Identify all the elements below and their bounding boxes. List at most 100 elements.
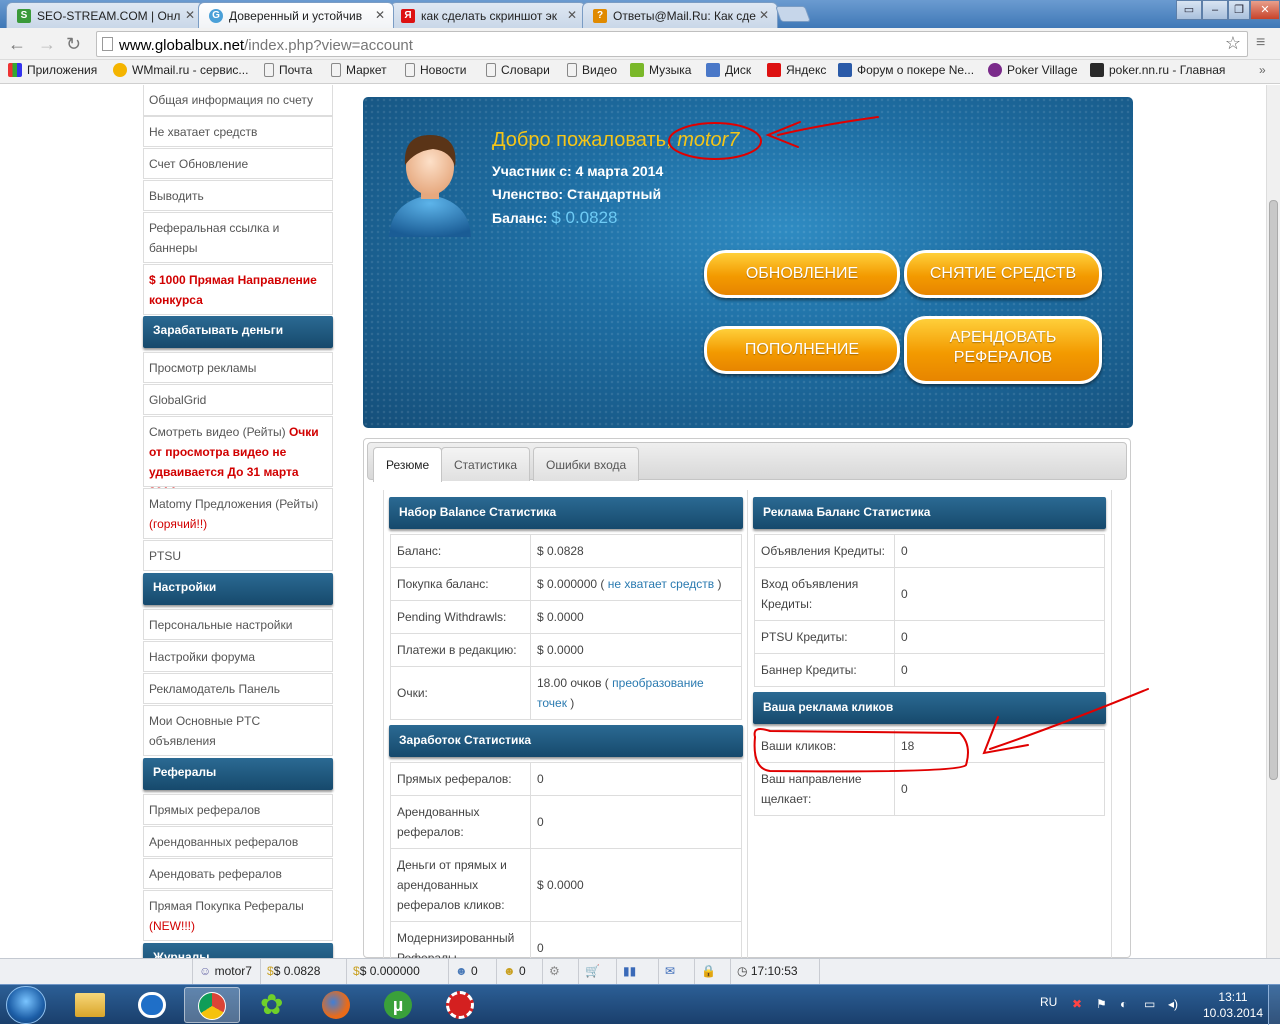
browser-tab-yandex[interactable]: Я как сделать скриншот эк ✕ <box>390 2 586 28</box>
tray-app-icon[interactable]: ◐ <box>1120 997 1127 1011</box>
yandex-icon <box>767 63 781 77</box>
status-rented-referrals[interactable]: ☻ 0 <box>496 959 542 985</box>
chrome-icon <box>198 992 226 1020</box>
volume-icon[interactable]: ◂) <box>1168 997 1178 1011</box>
browser-toolbar: ← → ↻ www.globalbux.net/index.php?view=a… <box>0 28 1280 60</box>
music-icon <box>630 63 644 77</box>
poker-village-icon <box>988 63 1002 77</box>
status-user[interactable]: ☺ motor7 <box>192 959 260 985</box>
minimize-button[interactable]: ‒ <box>1202 0 1228 20</box>
language-indicator[interactable]: RU <box>1040 995 1057 1009</box>
page-scrollbar[interactable] <box>1266 85 1280 958</box>
bookmark-news[interactable]: Новости <box>405 63 466 77</box>
close-tab-icon[interactable]: ✕ <box>567 8 577 22</box>
disk-icon <box>706 63 720 77</box>
forum-icon <box>838 63 852 77</box>
browser-tab-globalbux[interactable]: G Доверенный и устойчив ✕ <box>198 2 394 28</box>
username-arrow-line <box>777 116 879 136</box>
bookmark-disk[interactable]: Диск <box>706 63 751 77</box>
bookmark-music[interactable]: Музыка <box>630 63 691 77</box>
page-content: Общая информация по счету Не хватает сре… <box>0 85 1266 958</box>
poker-chip-icon <box>446 991 474 1019</box>
scrollbar-thumb[interactable] <box>1269 200 1278 780</box>
coins-icon: $ <box>353 964 360 978</box>
close-tab-icon[interactable]: ✕ <box>375 8 385 22</box>
taskbar-app[interactable] <box>124 987 180 1023</box>
page-icon <box>264 63 274 77</box>
browser-tab-mail-answers[interactable]: ? Ответы@Mail.Ru: Как сде ✕ <box>582 2 778 28</box>
url-host: www.globalbux.net <box>119 37 245 54</box>
status-purchase-balance[interactable]: $$ 0.000000 <box>346 959 448 985</box>
reload-icon[interactable]: ↻ <box>66 34 81 55</box>
taskbar-firefox[interactable] <box>308 987 364 1023</box>
forward-arrow-icon[interactable]: → <box>38 34 56 55</box>
network-warning-icon[interactable]: ✖ <box>1072 997 1082 1011</box>
users-icon: ☻ <box>503 964 516 978</box>
utorrent-icon: µ <box>384 991 412 1019</box>
close-window-button[interactable]: ✕ <box>1250 0 1280 20</box>
lock-icon[interactable]: 🔒 <box>694 959 730 985</box>
bookmark-apps[interactable]: Приложения <box>8 63 97 77</box>
cart-icon[interactable]: 🛒 <box>578 959 616 985</box>
taskbar-utorrent[interactable]: µ <box>370 987 426 1023</box>
gear-icon[interactable]: ⚙ <box>542 959 578 985</box>
bookmark-wmmail[interactable]: WMmail.ru - сервис... <box>113 63 248 77</box>
status-clock: ◷ 17:10:53 <box>730 959 820 985</box>
bookmark-dictionaries[interactable]: Словари <box>486 63 550 77</box>
tab-title: Доверенный и устойчив <box>229 9 363 23</box>
globalbux-favicon-icon: G <box>209 9 223 23</box>
status-balance[interactable]: $$ 0.0828 <box>260 959 346 985</box>
user-icon: ☺ <box>199 964 212 978</box>
close-tab-icon[interactable]: ✕ <box>759 8 769 22</box>
tab-title: Ответы@Mail.Ru: Как сде <box>613 9 756 23</box>
page-icon <box>331 63 341 77</box>
bookmarks-bar: Приложения WMmail.ru - сервис... Почта М… <box>0 60 1280 84</box>
clock-icon: ◷ <box>737 964 748 978</box>
users-icon: ☻ <box>455 964 468 978</box>
browser-tab-seo-stream[interactable]: S SEO-STREAM.COM | Онл ✕ <box>6 2 204 28</box>
tab-title: как сделать скриншот эк <box>421 9 558 23</box>
poker-nn-icon <box>1090 63 1104 77</box>
taskbar-poker[interactable] <box>432 987 488 1023</box>
flag-icon[interactable]: ⚑ <box>1096 997 1107 1011</box>
clock-date: 10.03.2014 <box>1202 1006 1264 1020</box>
bookmark-market[interactable]: Маркет <box>331 63 387 77</box>
apps-icon <box>8 63 22 77</box>
tray-clock[interactable]: 13:11 10.03.2014 <box>1200 989 1266 1021</box>
taskbar-icq[interactable]: ✿ <box>246 987 302 1023</box>
bar-chart-icon[interactable]: ▮▮ <box>616 959 658 985</box>
close-tab-icon[interactable]: ✕ <box>185 8 195 22</box>
bookmark-poker-village[interactable]: Poker Village <box>988 63 1078 77</box>
bookmark-video[interactable]: Видео <box>567 63 617 77</box>
windows-taskbar: ✿ µ RU ✖ ⚑ ◐ ▭ ◂) 13:11 10.03.2014 <box>0 984 1280 1025</box>
user-icon[interactable]: ▭ <box>1176 0 1202 20</box>
menu-icon[interactable]: ≡ <box>1256 34 1265 52</box>
mail-icon[interactable]: ✉ <box>658 959 694 985</box>
site-status-bar: ☺ motor7 $$ 0.0828 $$ 0.000000 ☻ 0 ☻ 0 ⚙… <box>0 958 1280 985</box>
wmmail-icon <box>113 63 127 77</box>
clicks-arrow-head <box>982 716 1029 755</box>
bookmark-poker-nn[interactable]: poker.nn.ru - Главная <box>1090 63 1225 77</box>
bookmark-star-icon[interactable]: ☆ <box>1225 33 1241 54</box>
address-bar[interactable]: www.globalbux.net/index.php?view=account… <box>96 31 1248 57</box>
bookmarks-overflow-icon[interactable]: » <box>1259 63 1266 77</box>
bookmark-poker-forum[interactable]: Форум о покере Ne... <box>838 63 974 77</box>
annotation-overlay <box>668 116 1149 773</box>
show-desktop-button[interactable] <box>1268 985 1280 1025</box>
taskbar-explorer[interactable] <box>62 987 118 1023</box>
bookmark-mail[interactable]: Почта <box>264 63 312 77</box>
page-icon <box>567 63 577 77</box>
page-icon <box>486 63 496 77</box>
bookmark-yandex[interactable]: Яндекс <box>767 63 826 77</box>
icq-flower-icon: ✿ <box>260 989 284 1020</box>
monitor-icon[interactable]: ▭ <box>1144 997 1155 1011</box>
taskbar-chrome[interactable] <box>184 987 240 1023</box>
clock-time: 13:11 <box>1218 990 1248 1004</box>
start-button[interactable] <box>6 986 46 1024</box>
new-tab-button[interactable] <box>775 6 811 22</box>
back-arrow-icon[interactable]: ← <box>8 34 26 55</box>
coins-icon: $ <box>267 964 274 978</box>
status-direct-referrals[interactable]: ☻ 0 <box>448 959 496 985</box>
maximize-button[interactable]: ❐ <box>1228 0 1250 20</box>
username-circle-mark <box>668 122 762 160</box>
